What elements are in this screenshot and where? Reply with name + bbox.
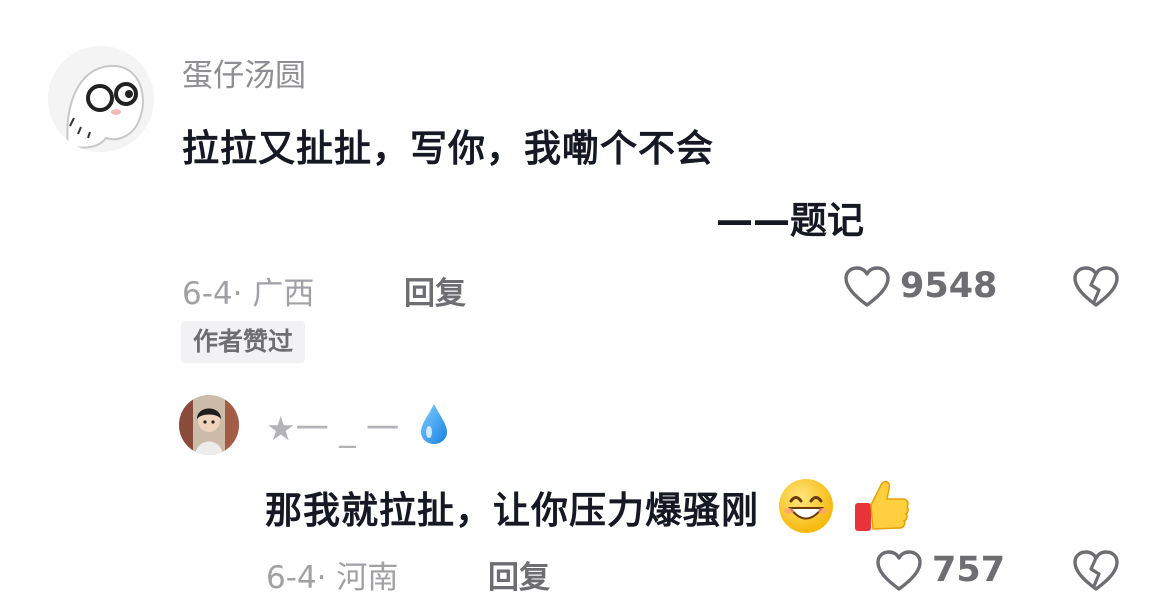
person-avatar-icon [179,395,239,455]
author-liked-badge: 作者赞过 [181,321,306,363]
reply-like-button[interactable] [876,550,922,596]
comment-date-location: 6-4· 广西 [182,276,315,312]
broken-heart-icon [1073,266,1119,308]
water-drop-icon [418,402,450,446]
reply-date-location: 6-4· 河南 [266,560,399,596]
comment-signature: ——题记 [716,199,864,242]
reply-reply-button[interactable]: 回复 [488,552,550,597]
avatar[interactable] [48,46,154,152]
like-button[interactable] [844,266,890,312]
reply-button[interactable]: 回复 [404,268,466,313]
reply-text-line: 那我就拉扯，让你压力爆骚刚 [265,475,911,535]
heart-icon [844,266,890,308]
thumbs-up-emoji-icon [851,475,911,535]
reply-text: 那我就拉扯，让你压力爆骚刚 [265,489,759,532]
comment-text: 拉拉又扯扯，写你，我嘞个不会 [182,127,714,170]
comment-author[interactable]: 蛋仔汤圆 [182,50,306,95]
broken-heart-icon [1073,550,1119,592]
like-count: 9548 [900,266,998,306]
reply-avatar[interactable] [179,395,239,455]
reply-like-count: 757 [932,550,1006,590]
reply-dislike-button[interactable] [1073,550,1119,596]
reply-author-name: ★一 _ 一 [266,409,400,448]
cartoon-avatar-icon [48,46,154,152]
heart-icon [876,550,922,592]
reply-author[interactable]: ★一 _ 一 [266,402,450,450]
grinning-emoji-icon [777,477,835,535]
dislike-button[interactable] [1073,266,1119,312]
